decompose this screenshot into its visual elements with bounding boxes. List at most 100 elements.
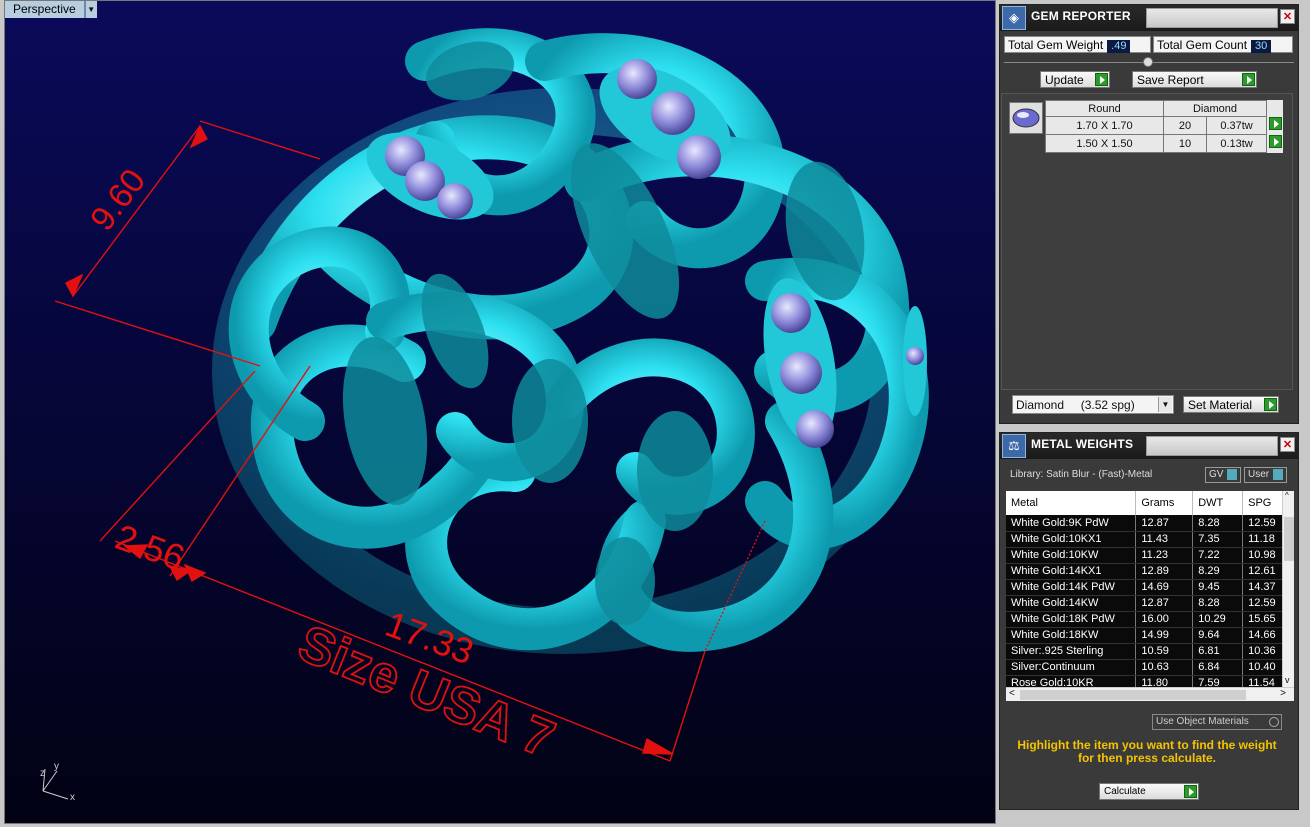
metal-dwt: 8.29: [1192, 563, 1244, 580]
metal-spg: 12.61: [1242, 563, 1282, 580]
gem-reporter-panel: ◈ GEM REPORTER ✕ Total Gem Weight .49 Tot…: [999, 4, 1299, 424]
gem-weight: 0.37tw: [1206, 116, 1267, 135]
play-icon: [1184, 785, 1197, 798]
toggle-icon: [1227, 469, 1238, 480]
metal-weights-icon: ⚖: [1002, 434, 1026, 458]
close-icon[interactable]: ✕: [1280, 437, 1295, 452]
gem-thumbnail[interactable]: [1009, 102, 1043, 134]
gem-reporter-title: GEM REPORTER: [1031, 9, 1131, 23]
metal-grams: 16.00: [1135, 611, 1194, 628]
column-header-spg[interactable]: SPG: [1242, 491, 1282, 515]
update-button[interactable]: Update: [1040, 71, 1110, 88]
viewport-title[interactable]: Perspective: [5, 1, 85, 18]
metal-grams: 12.87: [1135, 515, 1194, 532]
scroll-thumb[interactable]: [1284, 517, 1294, 561]
use-object-materials-toggle[interactable]: Use Object Materials: [1152, 714, 1282, 730]
splitter-handle[interactable]: [1143, 57, 1153, 67]
title-grip[interactable]: [1146, 436, 1278, 456]
table-row[interactable]: Silver:Continuum 10.63 6.84 10.40: [1006, 659, 1282, 676]
update-label: Update: [1045, 73, 1084, 87]
table-row[interactable]: White Gold:18K PdW 16.00 10.29 15.65: [1006, 611, 1282, 628]
table-row[interactable]: White Gold:14KX1 12.89 8.29 12.61: [1006, 563, 1282, 580]
chevron-down-icon[interactable]: ▼: [1158, 397, 1172, 412]
total-gem-count-field: Total Gem Count 30: [1153, 36, 1293, 53]
gv-toggle[interactable]: GV: [1205, 467, 1242, 483]
perspective-viewport[interactable]: 9.60 2.56 17.33 Size USA 7 x z y Perspec…: [4, 0, 996, 824]
save-report-button[interactable]: Save Report: [1132, 71, 1257, 88]
metal-name: White Gold:14KW: [1006, 595, 1137, 612]
play-icon: [1242, 73, 1255, 86]
metal-dwt: 10.29: [1192, 611, 1244, 628]
metal-name: Silver:Continuum: [1006, 659, 1137, 676]
library-label: Library: Satin Blur - (Fast)-Metal: [1010, 469, 1153, 480]
metal-spg: 10.36: [1242, 643, 1282, 660]
table-row[interactable]: 1.50 X 1.50 10 0.13tw: [1045, 134, 1283, 153]
table-row[interactable]: White Gold:18KW 14.99 9.64 14.66: [1006, 627, 1282, 644]
ring-render: 9.60 2.56 17.33 Size USA 7 x z y: [40, 28, 929, 803]
total-gem-weight-label: Total Gem Weight: [1008, 38, 1104, 52]
column-header-metal[interactable]: Metal: [1006, 491, 1137, 515]
metal-spg: 10.98: [1242, 547, 1282, 564]
set-material-label: Set Material: [1188, 398, 1253, 412]
gem-reporter-icon: ◈: [1002, 6, 1026, 30]
row-play-button[interactable]: [1267, 134, 1283, 150]
gem-reporter-titlebar[interactable]: ◈ GEM REPORTER ✕: [1000, 5, 1298, 31]
metal-dwt: 8.28: [1192, 595, 1244, 612]
metal-table-container[interactable]: Metal Grams DWT SPG White Gold:9K PdW 12.…: [1006, 491, 1282, 687]
metal-dwt: 7.59: [1192, 675, 1244, 687]
metal-table: Metal Grams DWT SPG White Gold:9K PdW 12.…: [1006, 491, 1282, 687]
row-play-button[interactable]: [1267, 116, 1282, 132]
axis-indicator: x z y: [40, 761, 75, 803]
close-icon[interactable]: ✕: [1280, 9, 1295, 24]
chevron-right-icon[interactable]: >: [1280, 688, 1286, 699]
gem-count: 10: [1162, 134, 1208, 153]
chevron-up-icon[interactable]: ^: [1285, 491, 1289, 500]
metal-name: White Gold:9K PdW: [1006, 515, 1137, 532]
thickness-dimension: 2.56: [110, 516, 190, 578]
gem-size: 1.70 X 1.70: [1045, 116, 1164, 135]
metal-name: Rose Gold:10KR: [1006, 675, 1137, 687]
table-row[interactable]: 1.70 X 1.70 20 0.37tw: [1045, 116, 1283, 135]
table-row[interactable]: White Gold:10KX1 11.43 7.35 11.18: [1006, 531, 1282, 548]
table-row[interactable]: White Gold:9K PdW 12.87 8.28 12.59: [1006, 515, 1282, 532]
axis-z-label: z: [40, 768, 45, 779]
metal-spg: 11.18: [1242, 531, 1282, 548]
table-row[interactable]: Rose Gold:10KR 11.80 7.59 11.54: [1006, 675, 1282, 687]
total-gem-weight-value: .49: [1107, 40, 1131, 53]
round-diamond-icon: [1012, 108, 1040, 128]
vertical-scrollbar[interactable]: ^ v: [1282, 491, 1294, 687]
viewport-label[interactable]: Perspective ▼: [5, 1, 97, 18]
metal-name: White Gold:18K PdW: [1006, 611, 1137, 628]
axis-x-label: x: [70, 792, 75, 803]
gem-weight: 0.13tw: [1206, 134, 1267, 153]
use-object-materials-label: Use Object Materials: [1156, 716, 1249, 727]
metal-weights-titlebar[interactable]: ⚖ METAL WEIGHTS ✕: [1000, 433, 1298, 459]
metal-dwt: 6.84: [1192, 659, 1244, 676]
calculate-button[interactable]: Calculate: [1099, 783, 1199, 800]
metal-spg: 15.65: [1242, 611, 1282, 628]
scroll-thumb[interactable]: [1020, 690, 1246, 700]
metal-grams: 14.69: [1135, 579, 1194, 596]
table-row[interactable]: Silver:.925 Sterling 10.59 6.81 10.36: [1006, 643, 1282, 660]
material-select[interactable]: Diamond (3.52 spg) ▼: [1012, 395, 1174, 414]
gv-label: GV: [1209, 469, 1224, 481]
horizontal-scrollbar[interactable]: < >: [1006, 687, 1294, 701]
user-toggle[interactable]: User: [1244, 467, 1288, 483]
save-report-label: Save Report: [1137, 73, 1204, 87]
play-icon: [1269, 134, 1283, 148]
table-row[interactable]: White Gold:10KW 11.23 7.22 10.98: [1006, 547, 1282, 564]
play-icon: [1269, 116, 1282, 130]
chevron-left-icon[interactable]: <: [1009, 688, 1015, 699]
toggle-icon: [1273, 469, 1284, 480]
table-row[interactable]: White Gold:14K PdW 14.69 9.45 14.37: [1006, 579, 1282, 596]
metal-grams: 12.89: [1135, 563, 1194, 580]
metal-dwt: 7.22: [1192, 547, 1244, 564]
column-header-grams[interactable]: Grams: [1135, 491, 1194, 515]
set-material-button[interactable]: Set Material: [1183, 396, 1279, 413]
chevron-down-icon[interactable]: v: [1285, 675, 1290, 685]
metal-dwt: 8.28: [1192, 515, 1244, 532]
table-row[interactable]: White Gold:14KW 12.87 8.28 12.59: [1006, 595, 1282, 612]
chevron-down-icon[interactable]: ▼: [84, 1, 97, 18]
column-header-dwt[interactable]: DWT: [1192, 491, 1244, 515]
title-grip[interactable]: [1146, 8, 1278, 28]
